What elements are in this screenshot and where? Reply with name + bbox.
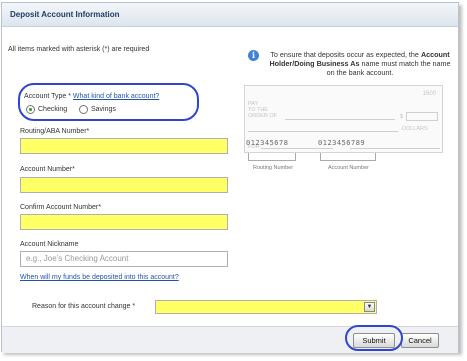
- nickname-label: Account Nickname: [20, 241, 79, 248]
- cancel-button[interactable]: Cancel: [401, 333, 439, 348]
- check-amount-line: [248, 131, 398, 132]
- account-type-highlight-annotation: [18, 83, 199, 121]
- check-dollar-sign: $: [400, 114, 404, 120]
- reason-select[interactable]: ▼: [155, 300, 377, 314]
- check-pay-to: PAY TO THE ORDER OF: [248, 101, 278, 119]
- confirm-account-label: Confirm Account Number*: [20, 204, 101, 211]
- check-amount-box: [406, 112, 438, 121]
- confirm-account-input[interactable]: [20, 214, 228, 230]
- submit-highlight-annotation: [345, 325, 403, 351]
- nickname-input[interactable]: e.g., Joe's Checking Account: [20, 251, 228, 267]
- routing-bracket: [248, 153, 296, 161]
- account-caption: Account Number: [328, 165, 369, 171]
- chevron-down-icon[interactable]: ▼: [364, 302, 375, 312]
- check-memo-line: [261, 148, 333, 149]
- info-text-pre: To ensure that deposits occur as expecte…: [270, 50, 419, 59]
- required-note: All items marked with asterisk (*) are r…: [8, 46, 150, 53]
- check-dollars: DOLLARS: [402, 126, 428, 132]
- routing-number-input[interactable]: [20, 138, 228, 154]
- info-message: To ensure that deposits occur as expecte…: [265, 50, 455, 77]
- panel-header: Deposit Account Information: [2, 3, 458, 27]
- deposit-timing-link[interactable]: When will my funds be deposited into thi…: [20, 274, 179, 281]
- routing-caption: Routing Number: [253, 165, 294, 171]
- reason-label: Reason for this account change *: [32, 303, 136, 310]
- check-number: 1600: [422, 91, 436, 97]
- info-icon: i: [248, 50, 259, 61]
- account-bracket: [320, 153, 376, 161]
- check-payee-line: [285, 119, 395, 120]
- check-account-digits: 0123456789: [318, 139, 366, 147]
- panel-title: Deposit Account Information: [10, 10, 120, 19]
- check-signature-line: [350, 148, 440, 149]
- account-number-input[interactable]: [20, 177, 228, 193]
- account-number-label: Account Number*: [20, 166, 75, 173]
- routing-label: Routing/ABA Number*: [20, 128, 90, 135]
- deposit-account-panel: Deposit Account Information All items ma…: [1, 2, 459, 353]
- check-routing-digits: 012345678: [246, 139, 289, 147]
